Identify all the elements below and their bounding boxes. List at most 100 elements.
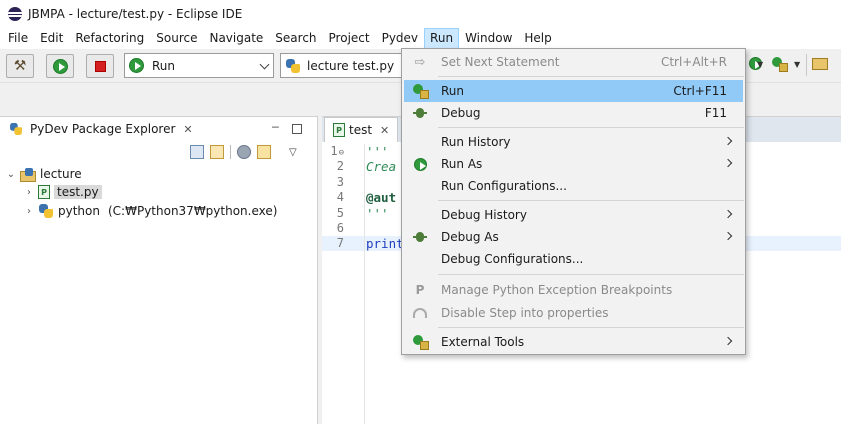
focus-icon[interactable] <box>257 145 271 159</box>
menu-pydev[interactable]: Pydev <box>376 28 424 49</box>
menu-item-label: Run History <box>441 135 511 149</box>
interpreter-name: python <box>58 204 100 218</box>
launch-config-select[interactable]: lecture test.py <box>280 53 404 78</box>
chevron-right-icon <box>723 231 733 241</box>
window-title: JBMPA - lecture/test.py - Eclipse IDE <box>28 7 243 21</box>
menu-edit[interactable]: Edit <box>34 28 69 49</box>
menu-item-label: Debug As <box>441 230 499 244</box>
menu-item-set-next-statement[interactable]: ⇨ Set Next Statement Ctrl+Alt+R <box>404 51 743 73</box>
code-line: @aut <box>366 190 397 206</box>
menu-item-label: Run Configurations... <box>441 179 567 193</box>
fold-marker-icon[interactable]: ⊖ <box>339 148 344 158</box>
line-number: 7 <box>336 236 344 251</box>
tree-item-interpreter[interactable]: › python (C:₩Python37₩python.exe) <box>24 202 277 220</box>
explorer-mini-toolbar: ▽ <box>190 145 297 159</box>
menu-item-label: Set Next Statement <box>441 55 560 69</box>
code-line: ''' <box>366 144 389 159</box>
play-icon <box>52 58 68 74</box>
close-icon[interactable]: ✕ <box>183 123 192 136</box>
menu-item-label: Debug <box>441 106 481 120</box>
close-icon[interactable]: ✕ <box>380 124 389 137</box>
code-line: Crea <box>366 159 397 175</box>
link-editor-icon[interactable] <box>210 145 224 159</box>
menu-item-disable-step-into-properties[interactable]: Disable Step into properties <box>404 302 743 324</box>
toolbar-divider <box>806 54 807 76</box>
menu-item-debug-as[interactable]: Debug As <box>404 226 743 248</box>
run-menu-dropdown: ⇨ Set Next Statement Ctrl+Alt+R Run Ctrl… <box>401 48 746 355</box>
menu-bar: File Edit Refactoring Source Navigate Se… <box>0 28 841 49</box>
menu-item-label: Run <box>441 84 465 98</box>
chevron-right-icon[interactable]: › <box>24 187 34 198</box>
hammer-icon: ⚒ <box>13 58 27 74</box>
tree-item-project[interactable]: ⌄ lecture <box>6 165 82 183</box>
menu-project[interactable]: Project <box>323 28 376 49</box>
line-number: 2 <box>336 159 344 174</box>
menu-search[interactable]: Search <box>269 28 322 49</box>
open-folder-icon[interactable] <box>812 58 828 70</box>
menu-item-run-as[interactable]: Run As <box>404 153 743 175</box>
menu-item-manage-exception-breakpoints[interactable]: P Manage Python Exception Breakpoints <box>404 279 743 301</box>
build-button[interactable]: ⚒ <box>6 54 34 78</box>
chevron-right-icon <box>723 209 733 219</box>
minimize-icon[interactable]: ─ <box>272 121 279 134</box>
menu-item-debug-configurations[interactable]: Debug Configurations... <box>404 248 743 270</box>
gutter-divider <box>364 144 365 424</box>
chevron-down-icon[interactable]: ▼ <box>794 60 800 69</box>
chevron-down-icon <box>259 59 270 70</box>
menu-item-debug[interactable]: Debug F11 <box>404 102 743 124</box>
menu-separator <box>438 327 744 328</box>
package-explorer-tab[interactable]: PyDev Package Explorer ✕ <box>0 117 201 141</box>
line-number: 5 <box>336 205 344 220</box>
run-icon <box>412 83 429 99</box>
debug-icon <box>412 105 428 121</box>
python-interpreter-icon <box>38 203 54 219</box>
menu-window[interactable]: Window <box>459 28 518 49</box>
menu-item-debug-history[interactable]: Debug History <box>404 204 743 226</box>
arrow-right-icon: ⇨ <box>414 54 426 70</box>
line-number: 4 <box>336 190 344 205</box>
filter-icon[interactable] <box>237 145 251 159</box>
menu-separator <box>438 76 744 77</box>
menu-item-label: Debug Configurations... <box>441 252 584 266</box>
launch-mode-select[interactable]: Run <box>124 53 274 78</box>
code-text[interactable]: ''' Crea @aut ''' print <box>366 144 404 252</box>
menu-item-run[interactable]: Run Ctrl+F11 <box>404 80 743 102</box>
chevron-down-icon[interactable]: ▼ <box>757 60 763 69</box>
view-menu-icon[interactable]: ▽ <box>289 147 297 158</box>
python-source-file-icon: P <box>333 123 345 137</box>
menu-item-shortcut: F11 <box>704 106 727 120</box>
chevron-right-icon[interactable]: › <box>24 206 34 217</box>
project-name: lecture <box>40 167 82 181</box>
collapse-all-icon[interactable] <box>190 145 204 159</box>
external-tools-button[interactable] <box>772 57 788 72</box>
code-line: ''' <box>366 205 389 221</box>
title-bar: JBMPA - lecture/test.py - Eclipse IDE <box>0 0 841 28</box>
menu-item-label: Debug History <box>441 208 527 222</box>
stop-button[interactable] <box>86 54 114 78</box>
line-number: 1⊖ <box>330 144 344 158</box>
launch-button[interactable] <box>46 54 74 78</box>
external-tools-icon <box>412 334 429 350</box>
tree-item-file[interactable]: › P test.py <box>24 183 102 201</box>
menu-item-run-history[interactable]: Run History <box>404 131 743 153</box>
menu-item-run-configurations[interactable]: Run Configurations... <box>404 175 743 197</box>
bug-icon <box>412 229 428 245</box>
chevron-right-icon <box>723 136 733 146</box>
menu-separator <box>438 274 744 275</box>
editor-tab-test[interactable]: P test ✕ <box>324 117 399 142</box>
menu-navigate[interactable]: Navigate <box>203 28 269 49</box>
line-number: 3 <box>336 174 344 189</box>
editor-tab-label: test <box>349 123 373 137</box>
step-icon <box>412 305 428 321</box>
menu-refactoring[interactable]: Refactoring <box>69 28 150 49</box>
menu-help[interactable]: Help <box>518 28 557 49</box>
chevron-down-icon[interactable]: ⌄ <box>6 169 16 180</box>
stop-icon <box>94 60 106 72</box>
menu-item-external-tools[interactable]: External Tools <box>404 331 743 353</box>
launch-config-value: lecture test.py <box>307 58 395 73</box>
run-as-icon <box>412 156 428 172</box>
maximize-icon[interactable] <box>292 124 302 134</box>
menu-run[interactable]: Run <box>424 28 460 49</box>
menu-source[interactable]: Source <box>150 28 203 49</box>
menu-file[interactable]: File <box>2 28 34 49</box>
